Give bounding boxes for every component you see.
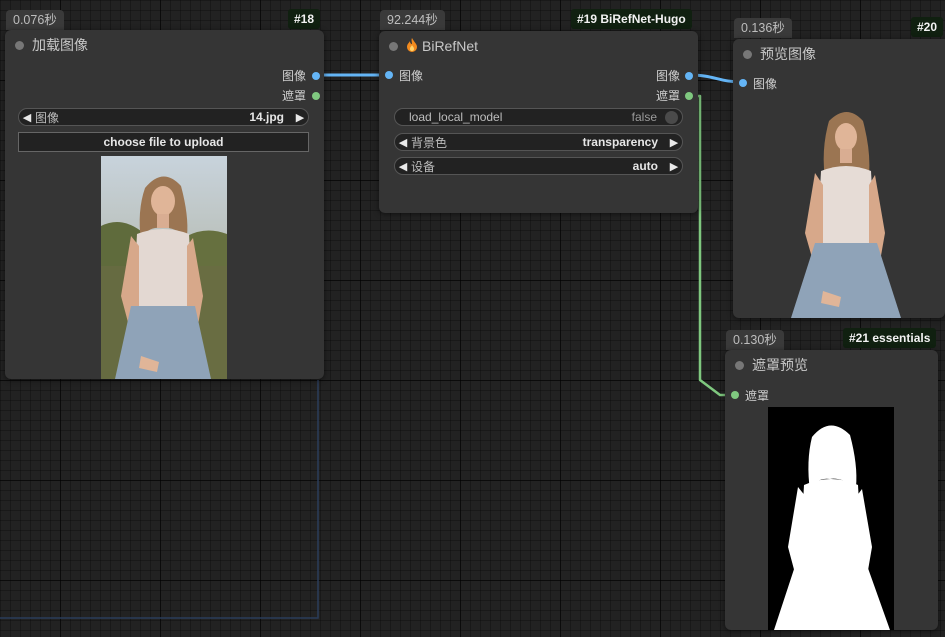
input-photo: [101, 156, 227, 379]
triangle-left-icon[interactable]: ◀: [19, 111, 35, 124]
node-19-exec-time: 92.244秒: [380, 10, 445, 30]
node-20-exec-time: 0.136秒: [734, 18, 792, 38]
node-18-id-badge: #18: [288, 9, 321, 29]
collapse-dot-icon[interactable]: [743, 49, 752, 59]
output-slot-image[interactable]: [685, 72, 693, 80]
fire-icon: [406, 37, 418, 55]
collapse-dot-icon[interactable]: [735, 360, 744, 370]
device-combo[interactable]: ◀ 设备 auto ▶: [394, 157, 683, 175]
combo-value: transparency: [582, 135, 658, 149]
node-birefnet[interactable]: BiRefNet 图像 图像 遮罩 load_local_model false…: [379, 31, 698, 213]
node-19-header[interactable]: BiRefNet: [379, 31, 698, 61]
input-slot-mask[interactable]: [731, 391, 739, 399]
image-combo-label: 图像: [35, 110, 60, 125]
node-mask-preview[interactable]: 遮罩预览 遮罩: [725, 350, 938, 630]
output-label-image: 图像: [655, 69, 680, 83]
load-local-model-toggle[interactable]: load_local_model false: [394, 108, 683, 126]
upload-button[interactable]: choose file to upload: [18, 132, 309, 152]
triangle-right-icon[interactable]: ▶: [666, 160, 682, 173]
node-20-id-badge: #20: [911, 17, 944, 37]
input-label-mask: 遮罩: [745, 389, 770, 403]
combo-label: 背景色: [411, 135, 448, 150]
output-slot-mask[interactable]: [312, 92, 320, 100]
node-21-header[interactable]: 遮罩预览: [725, 350, 938, 380]
output-slot-image[interactable]: [312, 72, 320, 80]
node-21-exec-time: 0.130秒: [726, 330, 784, 350]
image-combo-value: 14.jpg: [249, 110, 284, 124]
output-label-mask: 遮罩: [655, 89, 680, 103]
faint-canvas-link: [0, 380, 319, 619]
toggle-knob-icon[interactable]: [665, 110, 678, 124]
toggle-label: load_local_model: [409, 110, 503, 124]
node-20-header[interactable]: 预览图像: [733, 39, 945, 69]
triangle-left-icon[interactable]: ◀: [395, 136, 411, 149]
node-18-header[interactable]: 加载图像: [5, 30, 324, 60]
input-slot-image[interactable]: [739, 79, 747, 87]
node-18-title: 加载图像: [32, 37, 88, 53]
toggle-value: false: [631, 110, 657, 124]
output-preview-photo: [789, 105, 903, 318]
node-21-id-badge: #21 essentials: [843, 328, 937, 348]
output-slot-mask[interactable]: [685, 92, 693, 100]
node-load-image[interactable]: 加载图像 图像 遮罩 ◀ 图像 14.jpg ▶ choose file to …: [5, 30, 324, 379]
triangle-left-icon[interactable]: ◀: [395, 160, 411, 173]
node-19-title: BiRefNet: [422, 38, 479, 54]
combo-value: auto: [632, 159, 658, 173]
combo-label: 设备: [411, 159, 436, 174]
background-color-combo[interactable]: ◀ 背景色 transparency ▶: [394, 133, 683, 151]
node-21-title: 遮罩预览: [752, 357, 808, 373]
output-label-mask: 遮罩: [281, 89, 306, 103]
input-label-image: 图像: [753, 77, 778, 91]
triangle-right-icon[interactable]: ▶: [292, 111, 308, 124]
input-label-image: 图像: [399, 69, 424, 83]
collapse-dot-icon[interactable]: [389, 41, 398, 51]
triangle-right-icon[interactable]: ▶: [666, 136, 682, 149]
image-file-combo[interactable]: ◀ 图像 14.jpg ▶: [18, 108, 309, 126]
node-20-title: 预览图像: [760, 46, 816, 62]
node-preview-image[interactable]: 预览图像 图像: [733, 39, 945, 318]
node-19-id-badge: #19 BiRefNet-Hugo: [571, 9, 692, 29]
mask-preview-image: [768, 407, 894, 630]
output-label-image: 图像: [281, 69, 306, 83]
input-slot-image[interactable]: [385, 71, 393, 79]
node-18-exec-time: 0.076秒: [6, 10, 64, 30]
collapse-dot-icon[interactable]: [15, 40, 24, 50]
